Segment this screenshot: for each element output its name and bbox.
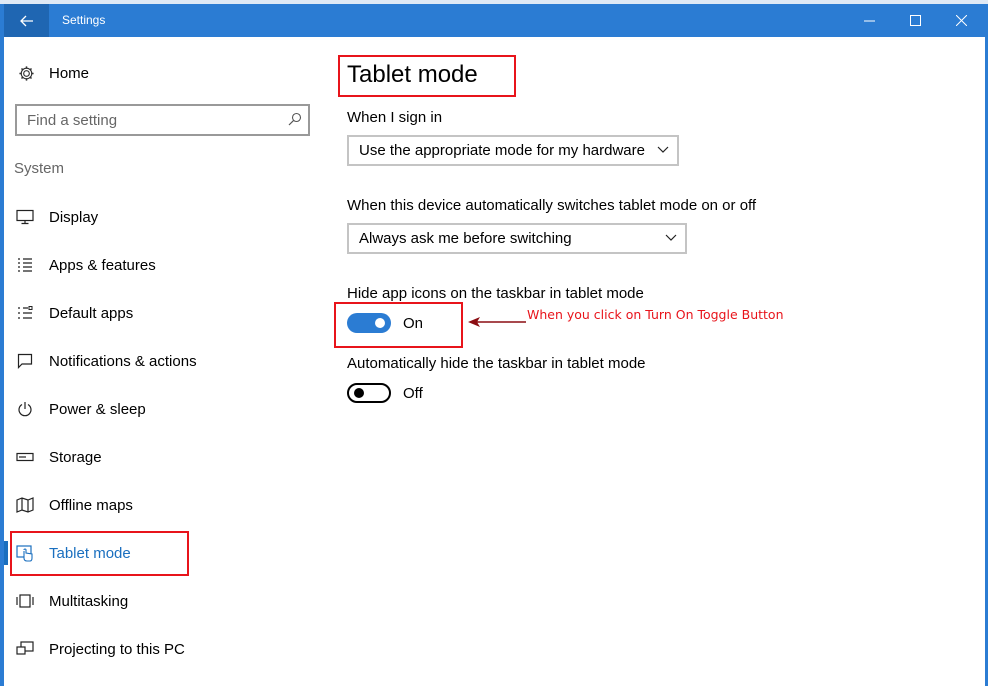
signin-mode-value: Use the appropriate mode for my hardware: [359, 142, 645, 159]
search-box[interactable]: [15, 104, 310, 136]
sidebar-item-label: Storage: [49, 448, 102, 466]
back-arrow-icon: [19, 15, 33, 26]
signin-label: When I sign in: [347, 109, 443, 126]
sidebar-item-notifications[interactable]: Notifications & actions: [15, 347, 197, 375]
storage-icon: [15, 447, 35, 467]
maximize-icon: [909, 15, 921, 26]
section-label-system: System: [14, 160, 65, 177]
sidebar-item-default-apps[interactable]: Default apps: [15, 299, 133, 327]
minimize-button[interactable]: [846, 4, 892, 37]
sidebar-item-power-sleep[interactable]: Power & sleep: [15, 395, 146, 423]
title-bar: Settings: [0, 0, 988, 37]
sidebar-item-display[interactable]: Display: [15, 203, 98, 231]
chevron-down-icon: [657, 146, 669, 153]
switch-mode-value: Always ask me before switching: [359, 230, 572, 247]
hide-icons-label: Hide app icons on the taskbar in tablet …: [347, 285, 644, 302]
signin-mode-dropdown[interactable]: Use the appropriate mode for my hardware: [347, 135, 679, 166]
highlight-box-tablet-mode-nav: [10, 531, 189, 576]
annotation-text: When you click on Turn On Toggle Button: [527, 307, 784, 322]
close-icon: [955, 15, 967, 26]
switch-mode-dropdown[interactable]: Always ask me before switching: [347, 223, 687, 254]
sidebar-item-offline-maps[interactable]: Offline maps: [15, 491, 133, 519]
gear-icon: [19, 65, 34, 81]
highlight-box-toggle: [334, 302, 463, 348]
close-button[interactable]: [938, 4, 984, 37]
search-icon[interactable]: [288, 112, 302, 126]
list-icon: [15, 255, 35, 275]
window-title: Settings: [62, 13, 106, 27]
back-button[interactable]: [4, 4, 49, 37]
map-icon: [15, 495, 35, 515]
maximize-button[interactable]: [892, 4, 938, 37]
projecting-icon: [15, 639, 35, 659]
power-icon: [15, 399, 35, 419]
sidebar-item-storage[interactable]: Storage: [15, 443, 102, 471]
sidebar-item-label: Display: [49, 208, 99, 226]
window-border-left: [0, 37, 4, 686]
sidebar-item-label: Multitasking: [49, 592, 129, 610]
notification-icon: [15, 351, 35, 371]
sidebar-item-label: Power & sleep: [49, 400, 146, 418]
chevron-down-icon: [665, 234, 677, 241]
sidebar-item-label: Projecting to this PC: [49, 640, 185, 658]
default-apps-icon: [15, 303, 35, 323]
sidebar-item-label: Offline maps: [49, 496, 133, 514]
switch-label: When this device automatically switches …: [347, 197, 757, 214]
sidebar-item-projecting[interactable]: Projecting to this PC: [15, 635, 185, 663]
active-indicator: [4, 541, 8, 565]
highlight-box-page-title: [338, 55, 516, 97]
sidebar-item-label: Apps & features: [49, 256, 156, 274]
annotation-arrow-icon: [468, 317, 526, 327]
hide-taskbar-label: Automatically hide the taskbar in tablet…: [347, 355, 646, 372]
home-link[interactable]: Home: [18, 62, 89, 84]
monitor-icon: [15, 207, 35, 227]
hide-taskbar-state: Off: [403, 385, 423, 402]
sidebar-item-label: Default apps: [49, 304, 134, 322]
toggle-knob: [354, 388, 364, 398]
multitasking-icon: [15, 591, 35, 611]
home-label: Home: [49, 64, 90, 82]
sidebar-item-apps-features[interactable]: Apps & features: [15, 251, 156, 279]
hide-taskbar-toggle[interactable]: [347, 383, 391, 403]
sidebar-item-label: Notifications & actions: [49, 352, 197, 370]
search-input[interactable]: [27, 111, 277, 129]
sidebar-item-multitasking[interactable]: Multitasking: [15, 587, 128, 615]
minimize-icon: [863, 20, 875, 22]
